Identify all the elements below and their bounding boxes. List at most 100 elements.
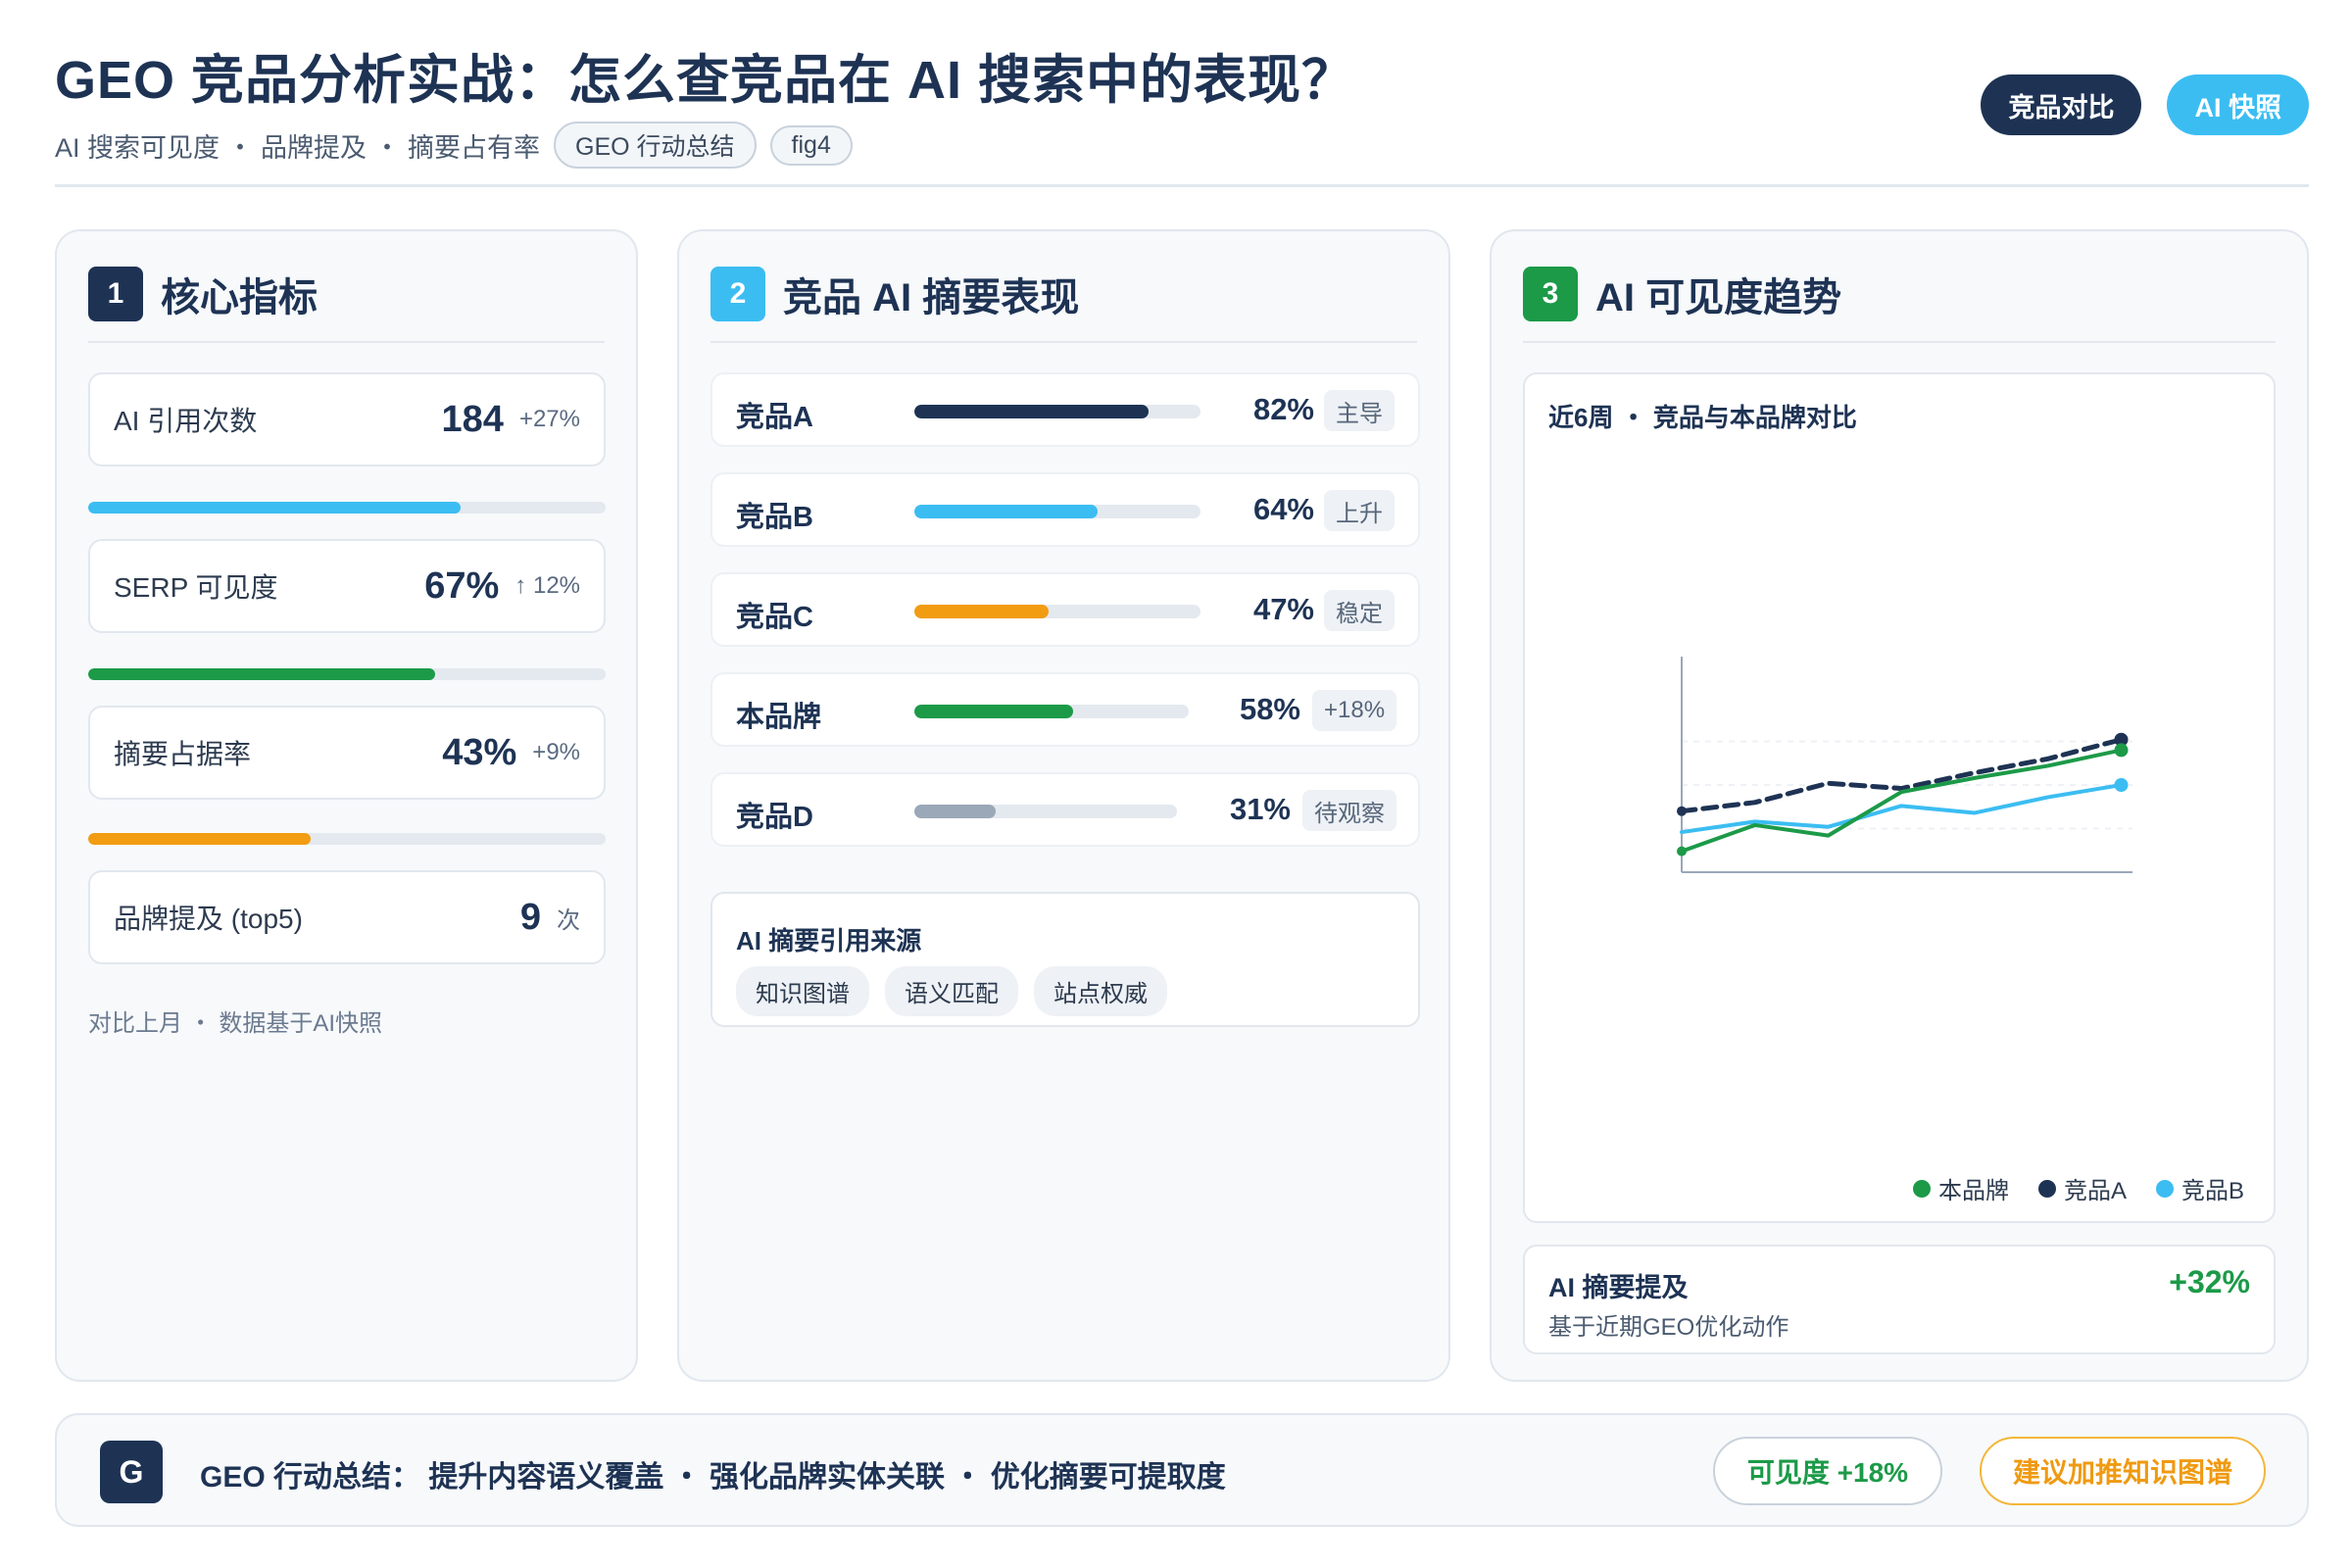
status-badge: 主导 <box>1324 390 1395 431</box>
metric-label: SERP 可见度 <box>114 572 278 603</box>
panel-header: 3 AI 可见度趋势 <box>1523 267 2276 343</box>
metric-value: 43% <box>442 731 517 773</box>
competitor-bar <box>914 605 1200 618</box>
source-chip-knowledge-graph[interactable]: 知识图谱 <box>736 966 869 1016</box>
competitor-value: 82% <box>1252 392 1314 426</box>
competitor-value: 64% <box>1252 492 1314 526</box>
tag-geo-summary[interactable]: GEO 行动总结 <box>554 122 757 169</box>
metric-card-serp-visibility[interactable]: SERP 可见度 67% ↑ 12% <box>88 539 606 633</box>
panel-number-badge: 1 <box>88 267 143 321</box>
core-metrics-panel: 1 核心指标 AI 引用次数 184 +27% SERP 可见度 67% ↑ 1… <box>55 229 638 1382</box>
legend-item: 本品牌 <box>1912 1171 2009 1205</box>
status-badge: +18% <box>1312 690 1397 731</box>
compare-button[interactable]: 竞品对比 <box>1981 74 2142 135</box>
competitor-bar-fill <box>914 405 1150 418</box>
competitor-bar <box>914 705 1189 718</box>
competitor-bar <box>914 805 1177 818</box>
metrics-footnote: 对比上月 ・ 数据基于AI快照 <box>88 1010 383 1037</box>
header-actions: 竞品对比 AI 快照 <box>1981 74 2309 135</box>
page-subtitle: AI 搜索可见度 ・ 品牌提及 ・ 摘要占有率 <box>55 132 541 163</box>
legend-label: 竞品A <box>2063 1178 2127 1204</box>
competitor-row[interactable]: 竞品B 64% 上升 <box>710 472 1420 547</box>
source-chip-semantic-match[interactable]: 语义匹配 <box>885 966 1018 1016</box>
series-end-point <box>2114 743 2129 758</box>
knowledge-graph-advice-button[interactable]: 建议加推知识图谱 <box>1980 1437 2266 1505</box>
competitor-name: 竞品C <box>736 602 813 633</box>
action-summary-text: GEO 行动总结： 提升内容语义覆盖 ・ 强化品牌实体关联 ・ 优化摘要可提取度 <box>200 1461 1226 1494</box>
summary-subtitle: 基于近期GEO优化动作 <box>1548 1314 1789 1341</box>
trend-chart-card: 近6周 ・ 竞品与本品牌对比 本品牌 竞品A 竞品B <box>1523 372 2276 1223</box>
competitor-row[interactable]: 本品牌 58% +18% <box>710 672 1420 747</box>
summary-value: +32% <box>2169 1264 2250 1299</box>
geo-badge: G <box>100 1441 163 1503</box>
metric-card-ai-citations[interactable]: AI 引用次数 184 +27% <box>88 372 606 466</box>
panel-title: 核心指标 <box>161 276 318 319</box>
competitor-value: 58% <box>1239 692 1300 726</box>
metric-value: 67% <box>424 564 500 607</box>
competitor-value: 31% <box>1229 792 1291 826</box>
legend-item: 竞品A <box>2037 1171 2127 1205</box>
ai-snapshot-button[interactable]: AI 快照 <box>2167 74 2309 135</box>
legend-dot-icon <box>2155 1179 2174 1198</box>
header-divider <box>55 184 2309 187</box>
page-header: GEO 竞品分析实战：怎么查竞品在 AI 搜索中的表现？ AI 搜索可见度 ・ … <box>55 51 2309 188</box>
citation-sources-title: AI 摘要引用来源 <box>736 926 922 956</box>
tag-fig[interactable]: fig4 <box>769 124 853 166</box>
geo-action-summary-bar: G GEO 行动总结： 提升内容语义覆盖 ・ 强化品牌实体关联 ・ 优化摘要可提… <box>55 1413 2309 1527</box>
metric-card-summary-share[interactable]: 摘要占据率 43% +9% <box>88 706 606 800</box>
metric-value: 9 <box>519 896 541 938</box>
legend-label: 本品牌 <box>1937 1178 2009 1204</box>
status-badge: 待观察 <box>1302 790 1396 831</box>
source-chip-site-authority[interactable]: 站点权威 <box>1034 966 1167 1016</box>
status-badge: 上升 <box>1324 490 1395 531</box>
competitor-value: 47% <box>1252 592 1314 626</box>
competitor-name: 竞品A <box>736 402 813 433</box>
competitor-name: 本品牌 <box>736 702 822 733</box>
metric-delta: 次 <box>557 906 580 934</box>
competitor-bar-fill <box>914 705 1074 718</box>
metric-progress-fill <box>88 668 435 680</box>
summary-title: AI 摘要提及 <box>1548 1273 1689 1302</box>
competitor-name: 竞品B <box>736 502 813 533</box>
legend-dot-icon <box>1912 1179 1931 1198</box>
competitor-bar-fill <box>914 805 997 818</box>
competitor-bar-fill <box>914 605 1050 618</box>
series-line <box>1679 737 2124 814</box>
competitor-row[interactable]: 竞品D 31% 待观察 <box>710 772 1420 847</box>
trend-line-chart <box>1677 657 2132 873</box>
metric-card-brand-mentions[interactable]: 品牌提及 (top5) 9 次 <box>88 870 606 964</box>
page-title: GEO 竞品分析实战：怎么查竞品在 AI 搜索中的表现？ <box>55 51 1356 110</box>
metric-delta: +9% <box>532 739 580 765</box>
metric-delta: +27% <box>518 406 580 432</box>
competitor-summary-panel: 2 竞品 AI 摘要表现 竞品A 82% 主导 竞品B 64% 上升 竞品C 4… <box>677 229 1450 1382</box>
panel-number-badge: 3 <box>1523 267 1578 321</box>
metric-label: 品牌提及 (top5) <box>114 904 303 934</box>
series-line <box>1680 748 2124 854</box>
competitor-row[interactable]: 竞品C 47% 稳定 <box>710 572 1420 647</box>
competitor-row[interactable]: 竞品A 82% 主导 <box>710 372 1420 447</box>
panel-header: 2 竞品 AI 摘要表现 <box>710 267 1417 343</box>
legend-item: 竞品B <box>2155 1171 2244 1205</box>
visibility-trend-panel: 3 AI 可见度趋势 近6周 ・ 竞品与本品牌对比 本品牌 竞品A 竞品B AI… <box>1490 229 2309 1382</box>
competitor-name: 竞品D <box>736 802 813 833</box>
metric-value: 184 <box>441 398 504 440</box>
series-end-point <box>2114 778 2129 792</box>
page-subtitle-row: AI 搜索可见度 ・ 品牌提及 ・ 摘要占有率 GEO 行动总结 fig4 <box>55 122 2309 169</box>
panel-number-badge: 2 <box>710 267 765 321</box>
chart-legend: 本品牌 竞品A 竞品B <box>1912 1171 2244 1205</box>
metric-progress-bar <box>88 502 606 514</box>
metric-progress-fill <box>88 833 312 845</box>
citation-sources-chips: 知识图谱 语义匹配 站点权威 <box>736 966 1167 1016</box>
competitor-bar-fill <box>914 505 1098 518</box>
metric-label: 摘要占据率 <box>114 739 252 769</box>
legend-dot-icon <box>2037 1179 2056 1198</box>
legend-label: 竞品B <box>2180 1178 2244 1204</box>
metric-label: AI 引用次数 <box>114 406 258 436</box>
metric-delta: ↑ 12% <box>514 572 580 599</box>
metric-progress-bar <box>88 833 606 845</box>
visibility-gain-button[interactable]: 可见度 +18% <box>1713 1437 1942 1505</box>
series-start-point <box>1677 846 1687 857</box>
series-start-point <box>1677 806 1687 816</box>
competitor-bar <box>914 405 1200 418</box>
panel-title: 竞品 AI 摘要表现 <box>783 276 1080 319</box>
